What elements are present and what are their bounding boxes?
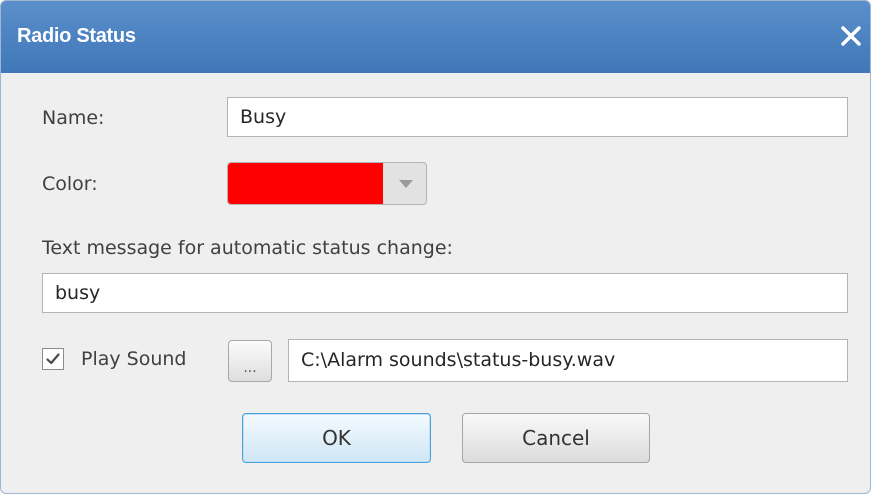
dialog-titlebar: Radio Status (1, 1, 870, 73)
play-sound-label[interactable]: Play Sound (81, 347, 187, 371)
dropdown-arrow[interactable] (386, 163, 426, 204)
browse-button[interactable]: ... (228, 340, 272, 382)
text-message-label: Text message for automatic status change… (42, 237, 453, 259)
sound-path-input[interactable]: C:\Alarm sounds\status-busy.wav (288, 339, 848, 382)
close-icon (841, 26, 861, 46)
dialog-title: Radio Status (17, 25, 136, 47)
color-swatch (228, 163, 383, 204)
play-sound-checkbox[interactable] (42, 348, 64, 370)
checkmark-icon (46, 353, 60, 365)
name-label: Name: (42, 107, 105, 129)
name-input[interactable]: Busy (227, 97, 848, 137)
radio-status-dialog: Radio Status Name: Busy Color: Text mess… (0, 0, 871, 494)
color-dropdown[interactable] (227, 162, 427, 205)
triangle-down-icon (399, 179, 413, 188)
text-message-input[interactable]: busy (42, 273, 848, 313)
cancel-button[interactable]: Cancel (462, 413, 650, 463)
close-button[interactable] (834, 19, 868, 53)
ok-button[interactable]: OK (242, 413, 431, 463)
color-label: Color: (42, 173, 98, 195)
